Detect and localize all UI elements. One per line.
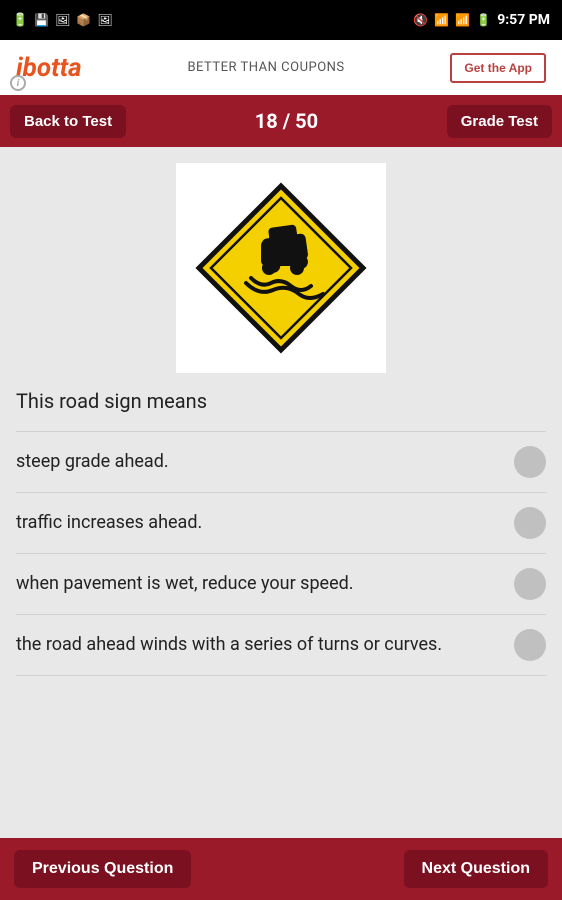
back-to-test-button[interactable]: Back to Test xyxy=(10,105,126,138)
answer-text-1: steep grade ahead. xyxy=(16,450,514,473)
ibotta-logo: ibotta xyxy=(16,53,82,83)
previous-question-button[interactable]: Previous Question xyxy=(14,850,191,888)
ad-get-app-button[interactable]: Get the App xyxy=(450,53,546,83)
sign-container xyxy=(16,163,546,373)
answer-text-3: when pavement is wet, reduce your speed. xyxy=(16,572,514,595)
bottom-nav: Previous Question Next Question xyxy=(0,838,562,900)
slippery-road-sign-svg xyxy=(191,178,371,358)
next-question-button[interactable]: Next Question xyxy=(404,850,548,888)
answer-text-4: the road ahead winds with a series of tu… xyxy=(16,633,514,656)
status-icons-left: 🔋 💾 🖼 📦 🖼 xyxy=(12,13,113,28)
question-text: This road sign means xyxy=(16,389,546,413)
sd-icon: 💾 xyxy=(34,13,49,27)
wifi-icon: 📶 xyxy=(434,13,449,27)
answer-item-1[interactable]: steep grade ahead. xyxy=(16,431,546,493)
road-sign-image xyxy=(176,163,386,373)
radio-4[interactable] xyxy=(514,629,546,661)
gallery-icon: 🖼 xyxy=(97,13,112,27)
time-display: 9:57 PM xyxy=(497,12,550,28)
answer-item-2[interactable]: traffic increases ahead. xyxy=(16,493,546,554)
ad-tagline: BETTER THAN COUPONS xyxy=(187,60,344,75)
radio-3[interactable] xyxy=(514,568,546,600)
status-icons-right: 🔇 📶 📶 🔋 9:57 PM xyxy=(413,12,550,28)
answer-item-3[interactable]: when pavement is wet, reduce your speed. xyxy=(16,554,546,615)
battery-icon: 🔋 xyxy=(12,13,28,28)
signal-icon: 📶 xyxy=(455,13,470,27)
nav-bar: Back to Test 18 / 50 Grade Test xyxy=(0,95,562,147)
status-bar: 🔋 💾 🖼 📦 🖼 🔇 📶 📶 🔋 9:57 PM xyxy=(0,0,562,40)
grade-test-button[interactable]: Grade Test xyxy=(447,105,552,138)
content-area: This road sign means steep grade ahead. … xyxy=(0,147,562,838)
radio-2[interactable] xyxy=(514,507,546,539)
progress-indicator: 18 / 50 xyxy=(255,109,318,133)
radio-1[interactable] xyxy=(514,446,546,478)
ad-banner: ibotta BETTER THAN COUPONS Get the App i xyxy=(0,40,562,95)
answers-list: steep grade ahead. traffic increases ahe… xyxy=(16,431,546,676)
image-icon: 🖼 xyxy=(55,13,70,27)
battery-level-icon: 🔋 xyxy=(476,13,491,27)
mute-icon: 🔇 xyxy=(413,13,428,27)
ad-info-icon[interactable]: i xyxy=(10,75,26,91)
answer-text-2: traffic increases ahead. xyxy=(16,511,514,534)
dropbox-icon: 📦 xyxy=(76,13,91,27)
answer-item-4[interactable]: the road ahead winds with a series of tu… xyxy=(16,615,546,676)
